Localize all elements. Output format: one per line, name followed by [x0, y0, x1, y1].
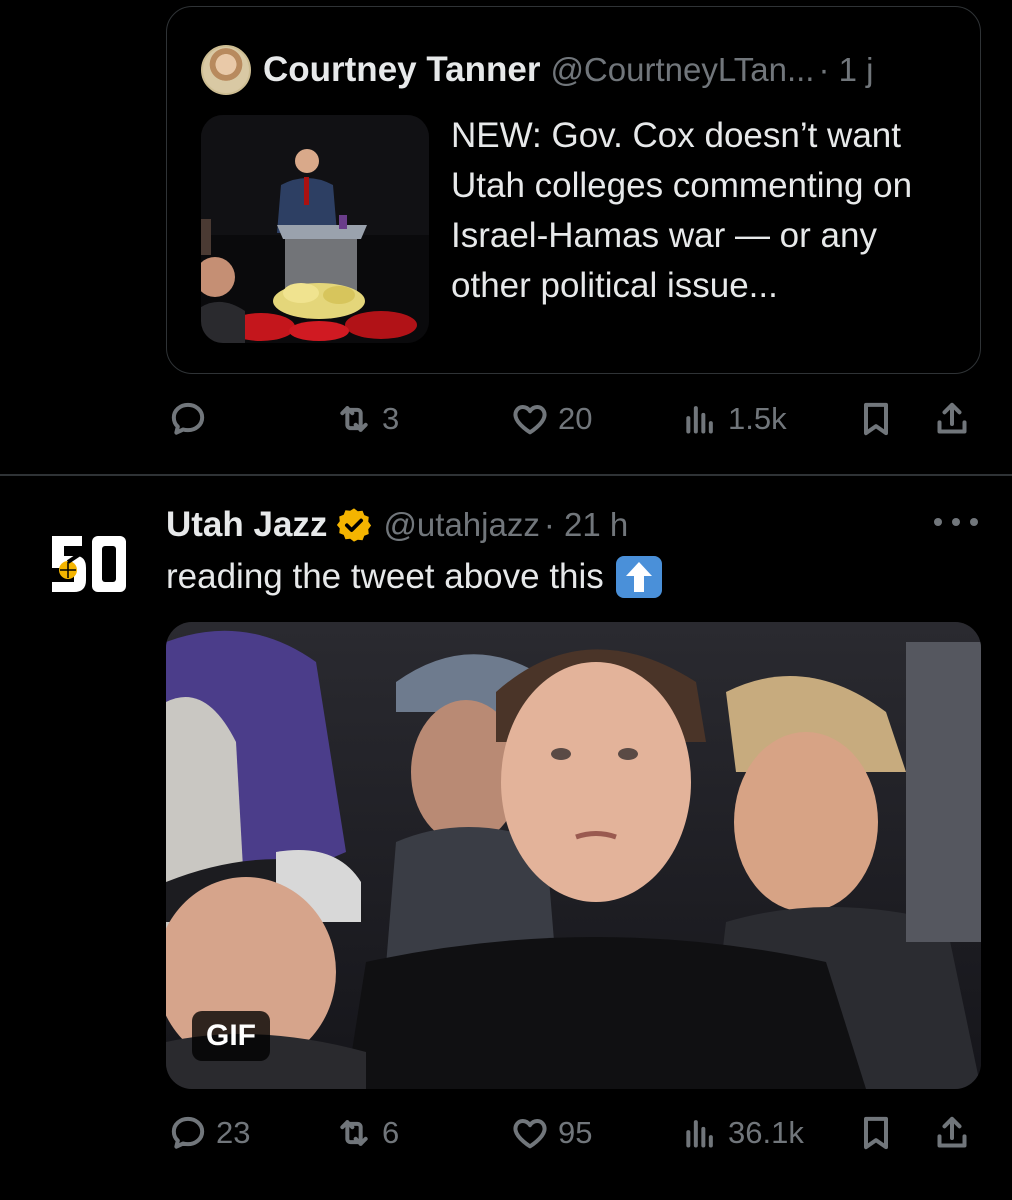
- tweet-text-line: reading the tweet above this: [166, 552, 662, 602]
- retweet-icon: [340, 1120, 368, 1146]
- share-button[interactable]: [932, 394, 972, 444]
- tweet-actions-bar: 3 20 1.5k: [166, 394, 981, 444]
- up-arrow-emoji-icon: [615, 556, 662, 598]
- quoted-author-name[interactable]: Courtney Tanner: [263, 50, 540, 90]
- share-icon: [937, 402, 967, 434]
- quoted-tweet-header: Courtney Tanner @CourtneyLTan... · 1 j: [201, 45, 873, 95]
- quoted-author-handle[interactable]: @CourtneyLTan...: [550, 51, 814, 89]
- governor-podium-photo: [201, 115, 429, 343]
- views-button[interactable]: 36.1k: [680, 1108, 804, 1158]
- reply-count: 23: [216, 1115, 251, 1150]
- tweet-actions-bar: 23 6 95 36.1k: [166, 1108, 981, 1158]
- quoted-timestamp[interactable]: · 1 j: [818, 51, 873, 89]
- like-count: 20: [558, 401, 593, 436]
- quoted-tweet-image[interactable]: [201, 115, 429, 343]
- retweet-count: 3: [382, 401, 400, 436]
- views-button[interactable]: 1.5k: [680, 394, 787, 444]
- bookmark-button[interactable]: [856, 394, 896, 444]
- more-dot-icon: [934, 518, 942, 526]
- timestamp[interactable]: · 21 h: [544, 506, 628, 544]
- like-button[interactable]: 20: [510, 394, 592, 444]
- author-handle[interactable]: @utahjazz: [383, 506, 539, 544]
- reply-icon: [171, 402, 205, 435]
- tweet-header: Utah Jazz @utahjazz · 21 h: [166, 500, 628, 550]
- heart-icon: [513, 405, 547, 435]
- avatar[interactable]: [201, 45, 251, 95]
- views-count: 1.5k: [728, 401, 787, 436]
- author-name[interactable]: Utah Jazz: [166, 505, 327, 545]
- views-icon: [686, 1120, 713, 1148]
- views-icon: [686, 406, 713, 434]
- quoted-tweet-card[interactable]: Courtney Tanner @CourtneyLTan... · 1 j N…: [166, 6, 981, 374]
- reply-icon: [171, 1116, 205, 1149]
- verified-badge-icon[interactable]: [335, 506, 373, 544]
- utah-jazz-50-logo: [52, 536, 126, 592]
- reply-button[interactable]: 23: [168, 1108, 250, 1158]
- more-dot-icon: [952, 518, 960, 526]
- heart-icon: [513, 1119, 547, 1149]
- gif-badge: GIF: [192, 1011, 270, 1061]
- crowd-gif-frame: [166, 622, 981, 1089]
- quoted-tweet-text: NEW: Gov. Cox doesn’t want Utah colleges…: [451, 116, 913, 305]
- like-button[interactable]: 95: [510, 1108, 592, 1158]
- retweet-button[interactable]: 6: [334, 1108, 399, 1158]
- bookmark-icon: [864, 1116, 888, 1150]
- like-count: 95: [558, 1115, 593, 1150]
- views-count: 36.1k: [728, 1115, 804, 1150]
- more-dot-icon: [970, 518, 978, 526]
- bookmark-button[interactable]: [856, 1108, 896, 1158]
- retweet-button[interactable]: 3: [334, 394, 399, 444]
- retweet-icon: [340, 406, 368, 432]
- avatar[interactable]: [46, 528, 130, 598]
- more-options-button[interactable]: [934, 510, 978, 534]
- gif-media[interactable]: GIF: [166, 622, 981, 1089]
- tweet-text: reading the tweet above this: [166, 557, 604, 596]
- bookmark-icon: [864, 402, 888, 436]
- retweet-count: 6: [382, 1115, 400, 1150]
- share-icon: [937, 1116, 967, 1148]
- tweet-divider: [0, 474, 1012, 476]
- share-button[interactable]: [932, 1108, 972, 1158]
- reply-button[interactable]: [168, 394, 216, 444]
